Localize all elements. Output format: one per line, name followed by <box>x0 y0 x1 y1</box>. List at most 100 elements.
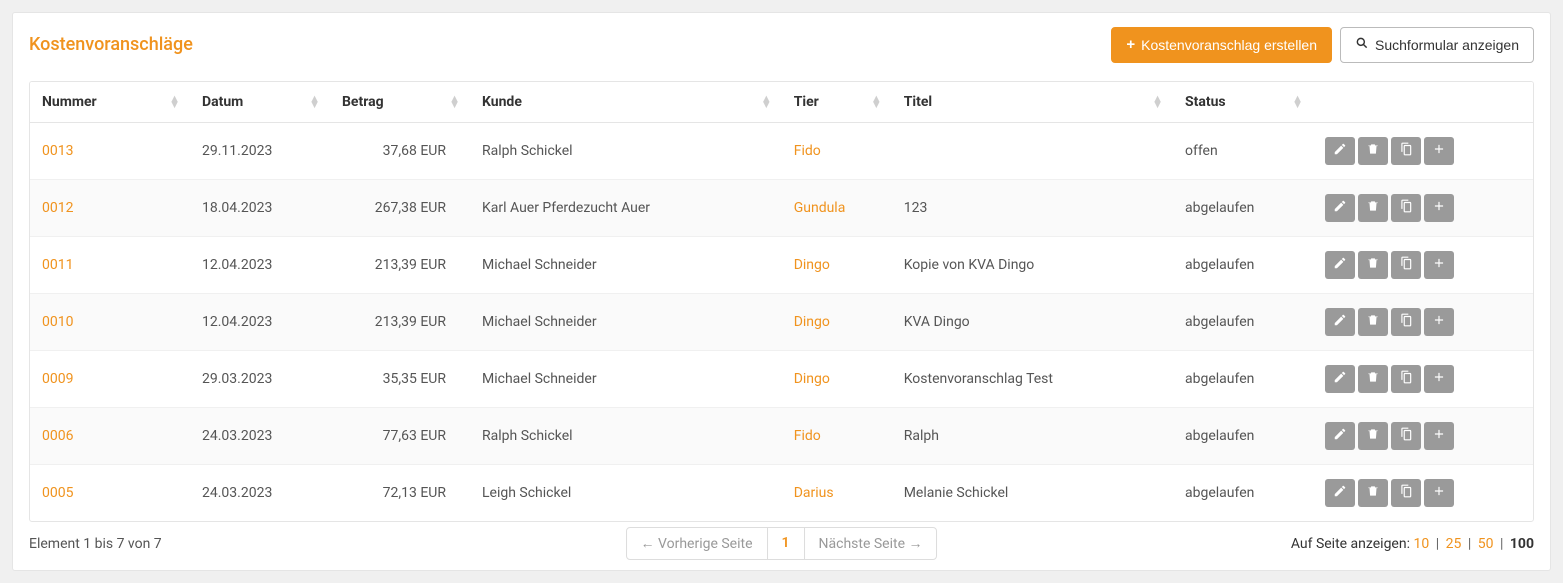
cell-titel: Kopie von KVA Dingo <box>892 236 1173 293</box>
cell-datum: 29.11.2023 <box>190 122 330 179</box>
table-row: 001218.04.2023267,38 EURKarl Auer Pferde… <box>30 179 1533 236</box>
trash-icon <box>1366 370 1380 387</box>
per-page-50[interactable]: 50 <box>1478 536 1494 552</box>
copy-button[interactable] <box>1391 365 1421 393</box>
add-button[interactable] <box>1424 251 1454 279</box>
delete-button[interactable] <box>1358 308 1388 336</box>
col-header-titel[interactable]: Titel▲▼ <box>892 82 1173 123</box>
col-header-datum[interactable]: Datum▲▼ <box>190 82 330 123</box>
animal-link[interactable]: Fido <box>794 428 821 444</box>
header-actions: + Kostenvoranschlag erstellen Suchformul… <box>1111 27 1534 63</box>
cell-datum: 12.04.2023 <box>190 293 330 350</box>
col-header-status[interactable]: Status▲▼ <box>1173 82 1313 123</box>
col-header-tier[interactable]: Tier▲▼ <box>782 82 892 123</box>
per-page-10[interactable]: 10 <box>1413 536 1429 552</box>
delete-button[interactable] <box>1358 251 1388 279</box>
prev-page-button[interactable]: ← Vorherige Seite <box>627 528 768 559</box>
delete-button[interactable] <box>1358 137 1388 165</box>
animal-link[interactable]: Fido <box>794 143 821 159</box>
edit-button[interactable] <box>1325 365 1355 393</box>
per-page-100[interactable]: 100 <box>1510 536 1534 552</box>
cell-titel <box>892 122 1173 179</box>
cell-betrag: 213,39 EUR <box>330 236 470 293</box>
cell-kunde: Karl Auer Pferdezucht Auer <box>470 179 782 236</box>
cell-datum: 12.04.2023 <box>190 236 330 293</box>
number-link[interactable]: 0005 <box>42 485 73 501</box>
per-page-25[interactable]: 25 <box>1446 536 1462 552</box>
trash-icon <box>1366 142 1380 159</box>
row-actions <box>1325 308 1454 336</box>
cell-status: offen <box>1173 122 1313 179</box>
next-page-button[interactable]: Nächste Seite → <box>805 528 937 559</box>
animal-link[interactable]: Dingo <box>794 314 830 330</box>
cell-titel: Ralph <box>892 407 1173 464</box>
sort-icon: ▲▼ <box>761 96 772 108</box>
copy-button[interactable] <box>1391 422 1421 450</box>
show-search-label: Suchformular anzeigen <box>1375 36 1519 54</box>
edit-button[interactable] <box>1325 422 1355 450</box>
copy-button[interactable] <box>1391 251 1421 279</box>
add-button[interactable] <box>1424 479 1454 507</box>
number-link[interactable]: 0011 <box>42 257 73 273</box>
edit-icon <box>1333 256 1347 273</box>
edit-icon <box>1333 427 1347 444</box>
col-header-nummer[interactable]: Nummer▲▼ <box>30 82 190 123</box>
copy-button[interactable] <box>1391 194 1421 222</box>
plus-icon <box>1432 142 1446 159</box>
plus-icon <box>1432 256 1446 273</box>
trash-icon <box>1366 484 1380 501</box>
cell-betrag: 267,38 EUR <box>330 179 470 236</box>
cell-status: abgelaufen <box>1173 293 1313 350</box>
add-button[interactable] <box>1424 194 1454 222</box>
col-header-betrag[interactable]: Betrag▲▼ <box>330 82 470 123</box>
create-estimate-label: Kostenvoranschlag erstellen <box>1141 36 1317 54</box>
edit-button[interactable] <box>1325 194 1355 222</box>
per-page: Auf Seite anzeigen: 10 | 25 | 50 | 100 <box>1291 536 1534 552</box>
plus-icon <box>1432 313 1446 330</box>
delete-button[interactable] <box>1358 479 1388 507</box>
cell-datum: 29.03.2023 <box>190 350 330 407</box>
animal-link[interactable]: Dingo <box>794 371 830 387</box>
edit-button[interactable] <box>1325 308 1355 336</box>
cell-status: abgelaufen <box>1173 350 1313 407</box>
add-button[interactable] <box>1424 137 1454 165</box>
current-page[interactable]: 1 <box>768 528 805 559</box>
number-link[interactable]: 0006 <box>42 428 73 444</box>
add-button[interactable] <box>1424 365 1454 393</box>
row-actions <box>1325 194 1454 222</box>
cell-status: abgelaufen <box>1173 179 1313 236</box>
animal-link[interactable]: Dingo <box>794 257 830 273</box>
row-actions <box>1325 365 1454 393</box>
cell-titel: Melanie Schickel <box>892 464 1173 521</box>
search-icon <box>1355 36 1369 54</box>
edit-button[interactable] <box>1325 251 1355 279</box>
number-link[interactable]: 0012 <box>42 200 73 216</box>
copy-icon <box>1399 256 1413 273</box>
number-link[interactable]: 0013 <box>42 143 73 159</box>
copy-button[interactable] <box>1391 308 1421 336</box>
edit-icon <box>1333 484 1347 501</box>
number-link[interactable]: 0010 <box>42 314 73 330</box>
edit-button[interactable] <box>1325 137 1355 165</box>
copy-icon <box>1399 142 1413 159</box>
copy-button[interactable] <box>1391 137 1421 165</box>
delete-button[interactable] <box>1358 422 1388 450</box>
trash-icon <box>1366 199 1380 216</box>
table-row: 000624.03.202377,63 EURRalph SchickelFid… <box>30 407 1533 464</box>
delete-button[interactable] <box>1358 194 1388 222</box>
copy-button[interactable] <box>1391 479 1421 507</box>
delete-button[interactable] <box>1358 365 1388 393</box>
table-row: 001112.04.2023213,39 EURMichael Schneide… <box>30 236 1533 293</box>
add-button[interactable] <box>1424 308 1454 336</box>
edit-button[interactable] <box>1325 479 1355 507</box>
number-link[interactable]: 0009 <box>42 371 73 387</box>
add-button[interactable] <box>1424 422 1454 450</box>
animal-link[interactable]: Gundula <box>794 200 846 216</box>
create-estimate-button[interactable]: + Kostenvoranschlag erstellen <box>1111 27 1332 63</box>
cell-betrag: 35,35 EUR <box>330 350 470 407</box>
per-page-label: Auf Seite anzeigen: <box>1291 536 1410 552</box>
cell-datum: 24.03.2023 <box>190 407 330 464</box>
animal-link[interactable]: Darius <box>794 485 834 501</box>
col-header-kunde[interactable]: Kunde▲▼ <box>470 82 782 123</box>
show-search-button[interactable]: Suchformular anzeigen <box>1340 27 1534 63</box>
